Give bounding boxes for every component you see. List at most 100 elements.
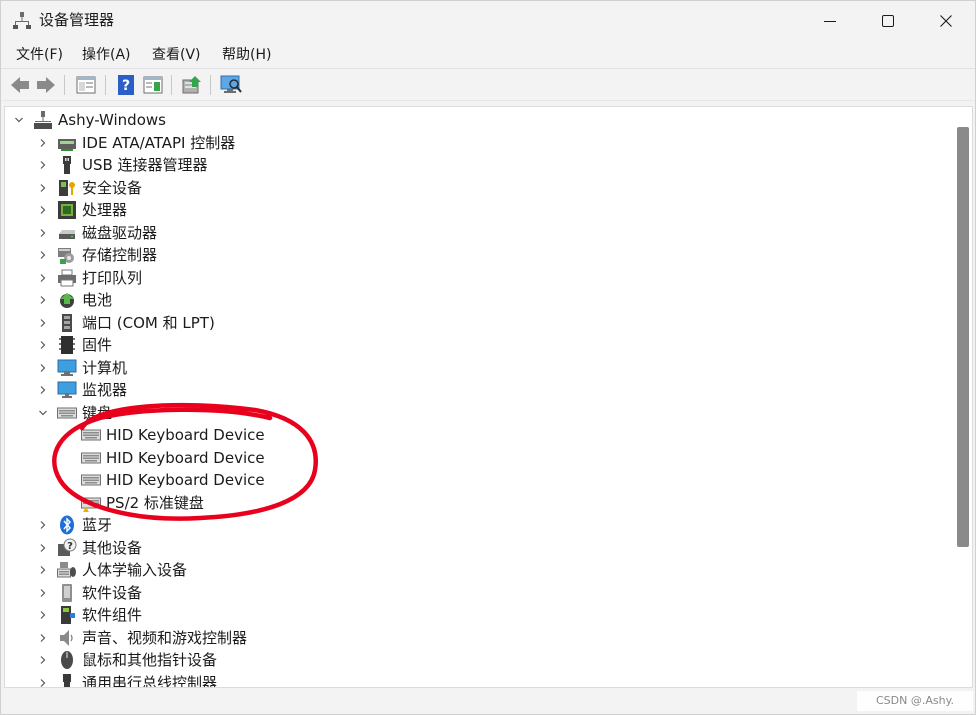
tree-child-hid-keyboard[interactable]: HID Keyboard Device [5, 469, 945, 491]
chevron-right-icon[interactable] [38, 678, 48, 688]
tree-child-hid-keyboard[interactable]: HID Keyboard Device [5, 424, 945, 446]
tree-item-label: 鼠标和其他指针设备 [82, 651, 218, 669]
watermark: CSDN @.Ashy. [857, 691, 973, 711]
tree-item-other-devices[interactable]: ? 其他设备 [5, 537, 945, 559]
chevron-right-icon[interactable] [38, 588, 48, 598]
tree-item-keyboard[interactable]: 键盘 [5, 402, 945, 424]
tree-item-ide[interactable]: IDE ATA/ATAPI 控制器 [5, 132, 945, 154]
device-manager-window: 设备管理器 文件(F) 操作(A) 查看(V) 帮助(H) ? Ashy-Win… [0, 0, 976, 715]
tree-item-storage-controller[interactable]: 存储控制器 [5, 244, 945, 266]
sound-icon [60, 630, 73, 646]
tree-item-label: 打印队列 [82, 269, 143, 287]
update-driver-icon[interactable] [181, 74, 203, 96]
tree-item-bluetooth[interactable]: 蓝牙 [5, 514, 945, 536]
tree-item-ports[interactable]: 端口 (COM 和 LPT) [5, 312, 945, 334]
tree-item-label: 存储控制器 [82, 246, 158, 264]
tree-item-label: IDE ATA/ATAPI 控制器 [82, 134, 236, 152]
minimize-button[interactable] [801, 1, 859, 41]
properties-icon[interactable] [142, 74, 164, 96]
chevron-right-icon[interactable] [38, 138, 48, 148]
chevron-right-icon[interactable] [38, 295, 48, 305]
device-manager-icon [13, 12, 31, 29]
menu-help[interactable]: 帮助(H) [222, 46, 271, 64]
mouse-icon [61, 651, 73, 669]
ide-controller-icon [58, 139, 76, 151]
menu-view[interactable]: 查看(V) [152, 46, 201, 64]
maximize-button[interactable] [859, 1, 917, 41]
tree-item-firmware[interactable]: 固件 [5, 334, 945, 356]
tree-child-label: HID Keyboard Device [106, 426, 265, 444]
tree-item-software-devices[interactable]: 软件设备 [5, 582, 945, 604]
chevron-right-icon[interactable] [38, 228, 48, 238]
tree-item-label: 监视器 [82, 381, 128, 399]
tree-item-hid[interactable]: 人体学输入设备 [5, 559, 945, 581]
chevron-right-icon[interactable] [38, 655, 48, 665]
tree-item-print-queue[interactable]: 打印队列 [5, 267, 945, 289]
tree-child-ps2-keyboard[interactable]: PS/2 标准键盘 [5, 492, 945, 514]
tree-item-label: 通用串行总线控制器 [82, 674, 218, 688]
firmware-icon [59, 336, 75, 354]
chevron-right-icon[interactable] [38, 610, 48, 620]
tree-item-usb-controller[interactable]: 通用串行总线控制器 [5, 672, 945, 688]
printer-icon [58, 269, 76, 287]
help-icon[interactable]: ? [115, 74, 137, 96]
back-icon[interactable] [9, 74, 31, 96]
tree-item-battery[interactable]: 电池 [5, 289, 945, 311]
tree-item-monitor[interactable]: 监视器 [5, 379, 945, 401]
monitor-icon [57, 381, 77, 398]
storage-controller-icon [58, 248, 74, 264]
chevron-right-icon[interactable] [38, 385, 48, 395]
tree-child-label: PS/2 标准键盘 [106, 494, 204, 512]
tree-item-label: 电池 [82, 291, 113, 309]
chevron-right-icon[interactable] [38, 183, 48, 193]
chevron-right-icon[interactable] [38, 363, 48, 373]
chevron-right-icon[interactable] [38, 340, 48, 350]
chevron-right-icon[interactable] [38, 318, 48, 328]
chevron-down-icon[interactable] [14, 115, 24, 125]
maximize-icon [882, 15, 894, 27]
scan-hardware-icon[interactable] [220, 74, 242, 96]
toolbar-separator [105, 75, 106, 95]
battery-icon [60, 293, 74, 308]
toolbar-separator [64, 75, 65, 95]
tree-item-mouse[interactable]: 鼠标和其他指针设备 [5, 649, 945, 671]
software-component-icon [61, 606, 75, 624]
tree-item-processor[interactable]: 处理器 [5, 199, 945, 221]
security-device-icon [59, 180, 75, 196]
chevron-down-icon[interactable] [38, 408, 48, 418]
vertical-scrollbar-thumb[interactable] [957, 127, 969, 547]
keyboard-icon [81, 429, 101, 441]
tree-item-security[interactable]: 安全设备 [5, 177, 945, 199]
keyboard-icon [81, 452, 101, 464]
show-hide-tree-icon[interactable] [75, 74, 97, 96]
keyboard-warning-icon [81, 497, 101, 512]
tree-child-hid-keyboard[interactable]: HID Keyboard Device [5, 447, 945, 469]
chevron-right-icon[interactable] [38, 565, 48, 575]
tree-item-label: 磁盘驱动器 [82, 224, 158, 242]
tree-item-label: 软件设备 [82, 584, 143, 602]
tree-item-disk-drive[interactable]: 磁盘驱动器 [5, 222, 945, 244]
chevron-right-icon[interactable] [38, 543, 48, 553]
tree-root[interactable]: Ashy-Windows [5, 109, 945, 131]
tree-item-label: 处理器 [82, 201, 128, 219]
chevron-right-icon[interactable] [38, 633, 48, 643]
hid-icon [57, 562, 76, 578]
forward-icon[interactable] [35, 74, 57, 96]
tree-item-computer[interactable]: 计算机 [5, 357, 945, 379]
svg-text:?: ? [67, 541, 73, 552]
tree-item-software-components[interactable]: 软件组件 [5, 604, 945, 626]
chevron-right-icon[interactable] [38, 160, 48, 170]
menu-action[interactable]: 操作(A) [82, 46, 131, 64]
close-button[interactable] [917, 1, 975, 41]
menu-file[interactable]: 文件(F) [16, 46, 63, 64]
tree-item-label: 软件组件 [82, 606, 143, 624]
disk-drive-icon [59, 230, 75, 239]
chevron-right-icon[interactable] [38, 273, 48, 283]
tree-item-sound[interactable]: 声音、视频和游戏控制器 [5, 627, 945, 649]
chevron-right-icon[interactable] [38, 205, 48, 215]
chevron-right-icon[interactable] [38, 250, 48, 260]
chevron-right-icon[interactable] [38, 520, 48, 530]
keyboard-icon [57, 407, 77, 419]
processor-icon [58, 201, 76, 219]
tree-item-usb-connector[interactable]: USB 连接器管理器 [5, 154, 945, 176]
